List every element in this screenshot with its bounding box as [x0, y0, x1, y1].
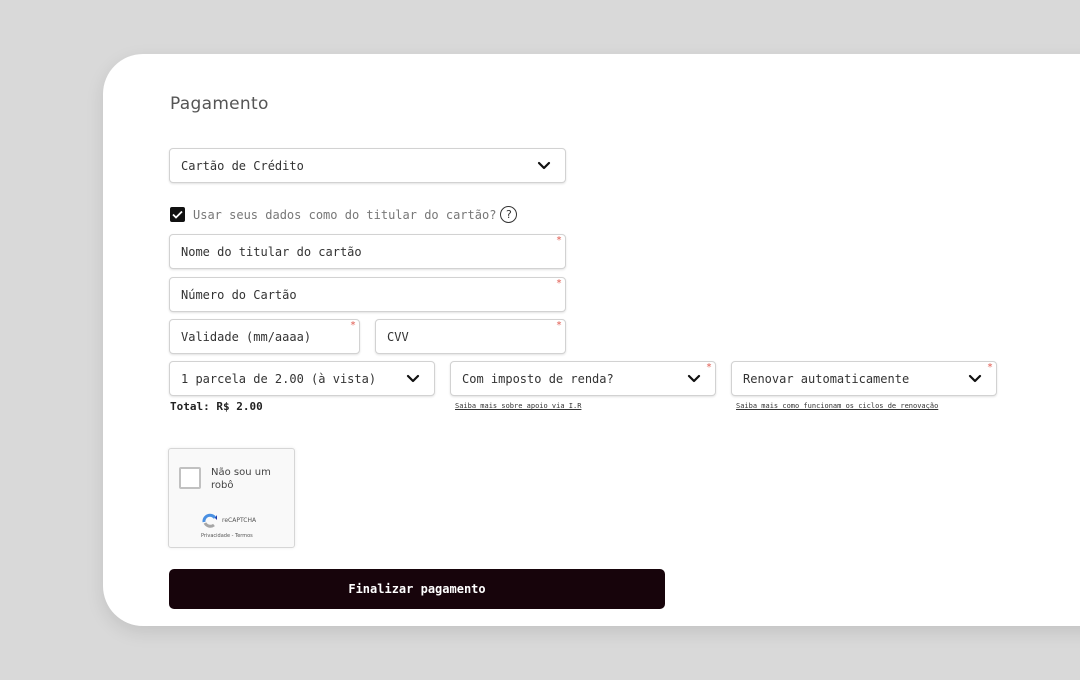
- required-mark: *: [349, 320, 356, 331]
- expiry-placeholder: Validade (mm/aaaa): [181, 329, 312, 344]
- finalize-payment-button[interactable]: Finalizar pagamento: [169, 569, 665, 609]
- required-mark: *: [705, 362, 712, 373]
- recaptcha-terms[interactable]: Privacidade - Termos: [201, 533, 253, 539]
- recaptcha-brand: reCAPTCHA: [222, 517, 257, 524]
- payment-method-value: Cartão de Crédito: [181, 158, 304, 173]
- help-icon[interactable]: ?: [500, 206, 518, 223]
- required-mark: *: [555, 235, 562, 246]
- use-holder-data-label: Usar seus dados como do titular do cartã…: [193, 207, 497, 222]
- cvv-placeholder: CVV: [387, 329, 409, 344]
- recaptcha-checkbox[interactable]: [179, 467, 201, 489]
- income-tax-select[interactable]: Com imposto de renda? *: [450, 361, 716, 396]
- installments-select[interactable]: 1 parcela de 2.00 (à vista): [169, 361, 435, 396]
- chevron-down-icon: [687, 374, 701, 382]
- total-amount: Total: R$ 2.00: [170, 400, 263, 413]
- use-holder-data-row: Usar seus dados como do titular do cartã…: [170, 206, 518, 223]
- installments-value: 1 parcela de 2.00 (à vista): [181, 371, 377, 386]
- auto-renew-value: Renovar automaticamente: [743, 371, 910, 386]
- recaptcha-logo-icon: [202, 513, 217, 528]
- required-mark: *: [555, 320, 562, 331]
- auto-renew-select[interactable]: Renovar automaticamente *: [731, 361, 997, 396]
- required-mark: *: [555, 278, 562, 289]
- card-number-placeholder: Número do Cartão: [181, 287, 297, 302]
- renewal-info-link[interactable]: Saiba mais como funcionam os ciclos de r…: [736, 402, 938, 410]
- page-title: Pagamento: [170, 94, 269, 114]
- recaptcha-label: Não sou um robô: [211, 467, 271, 491]
- chevron-down-icon: [406, 374, 420, 382]
- use-holder-data-checkbox[interactable]: [170, 207, 185, 222]
- required-mark: *: [986, 362, 993, 373]
- holder-name-placeholder: Nome do titular do cartão: [181, 244, 362, 259]
- payment-method-select[interactable]: Cartão de Crédito: [169, 148, 566, 183]
- card-number-field[interactable]: Número do Cartão *: [169, 277, 566, 312]
- chevron-down-icon: [968, 374, 982, 382]
- tax-info-link[interactable]: Saiba mais sobre apoio via I.R: [455, 402, 581, 410]
- chevron-down-icon: [537, 161, 551, 169]
- expiry-field[interactable]: Validade (mm/aaaa) *: [169, 319, 360, 354]
- recaptcha-widget: Não sou um robô reCAPTCHA Privacidade - …: [168, 448, 295, 548]
- cvv-field[interactable]: CVV *: [375, 319, 566, 354]
- holder-name-field[interactable]: Nome do titular do cartão *: [169, 234, 566, 269]
- income-tax-value: Com imposto de renda?: [462, 371, 614, 386]
- checkmark-icon: [172, 210, 183, 219]
